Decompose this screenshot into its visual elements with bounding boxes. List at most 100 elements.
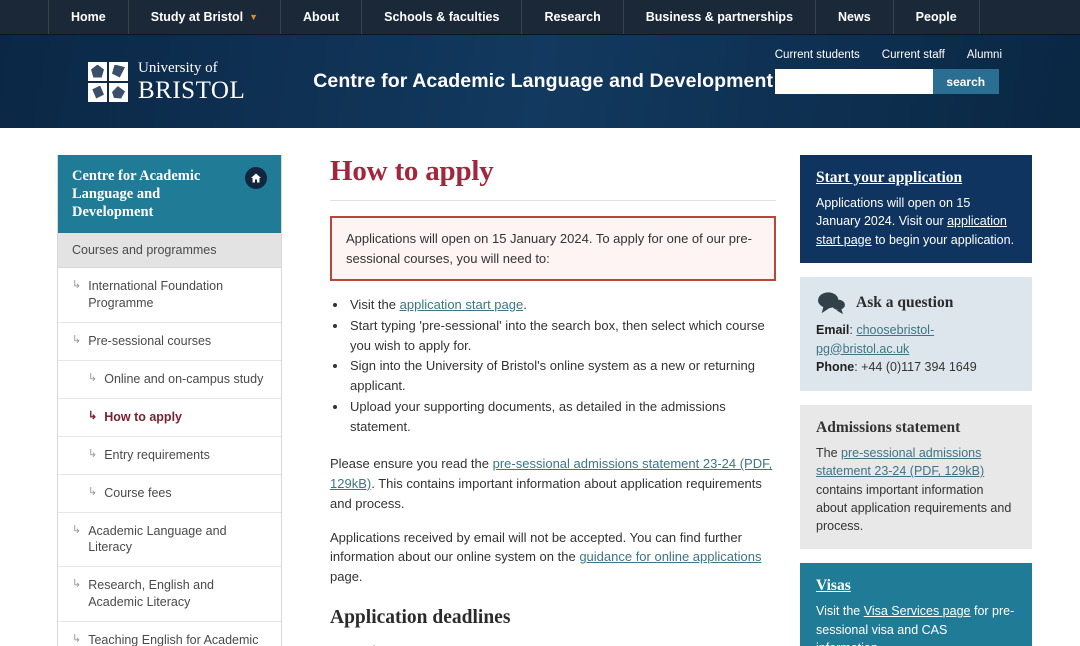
online-applications-guidance-link[interactable]: guidance for online applications [579,549,761,564]
sidebar-item-academic-language-and-literacy[interactable]: ↳ Academic Language and Literacy [58,513,281,568]
speech-bubble-icon [816,291,846,315]
phone-value: +44 (0)117 394 1649 [861,360,977,375]
card-title: Admissions statement [816,419,961,436]
list-item: Sign into the University of Bristol's on… [348,356,776,396]
card-body: Visit the Visa Services page for pre-ses… [816,602,1016,646]
card-title[interactable]: Start your application [816,169,1016,187]
utility-link-current-students[interactable]: Current students [775,49,860,61]
topnav-item-home[interactable]: Home [48,0,129,34]
utility-link-alumni[interactable]: Alumni [967,49,1002,61]
arrow-icon: ↳ [72,334,82,347]
sidebar-item-label: How to apply [104,409,182,424]
sidebar-item-international-foundation-programme[interactable]: ↳ International Foundation Programme [58,268,281,324]
topnav-item-label: Research [544,10,601,24]
site-search: search [774,69,1002,94]
logo-line-2: BRISTOL [138,76,246,104]
card-title[interactable]: Visas [816,577,1016,595]
arrow-icon: ↳ [88,409,98,422]
paragraph-text-after: page. [330,569,363,584]
arrow-icon: ↳ [88,372,98,384]
site-masthead: University of BRISTOL Centre for Academi… [0,35,1080,128]
card-body: Applications will open on 15 January 202… [816,194,1016,249]
sidebar-item-label: Teaching English for Academic Purposes [88,633,259,646]
paragraph-text-after: . This contains important information ab… [330,476,762,511]
visa-services-link[interactable]: Visa Services page [864,604,971,618]
sidebar-item-teaching-english-for-academic-purposes[interactable]: ↳ Teaching English for Academic Purposes [58,622,281,646]
topnav-item-research[interactable]: Research [522,0,624,34]
card-start-your-application: Start your application Applications will… [800,155,1032,263]
topnav-item-people[interactable]: People [894,0,980,34]
list-item: Upload your supporting documents, as det… [348,397,776,437]
admissions-statement-pdf-link[interactable]: pre-sessional admissions statement 23-24… [816,446,984,478]
home-icon[interactable] [245,167,267,189]
alert-box: Applications will open on 15 January 202… [330,216,776,281]
sidebar-item-label: Course fees [104,485,172,500]
step-text: Upload your supporting documents, as det… [350,398,726,434]
online-guidance-paragraph: Applications received by email will not … [330,528,776,587]
sidebar-header[interactable]: Centre for Academic Language and Develop… [58,155,281,234]
admissions-statement-paragraph: Please ensure you read the pre-sessional… [330,454,776,513]
sidebar-item-label: Research, English and Academic Literacy [88,578,214,610]
sidebar-item-research-english-and-academic-literacy[interactable]: ↳ Research, English and Academic Literac… [58,567,281,622]
page-title: How to apply [330,155,776,201]
sidebar-group-courses[interactable]: Courses and programmes [58,233,281,269]
card-text-before: Visit the [816,604,864,619]
arrow-icon: ↳ [72,578,82,591]
application-start-page-link[interactable]: application start page [400,297,524,312]
sidebar-item-online-and-on-campus-study[interactable]: ↳ Online and on-campus study [58,361,281,399]
contact-email-row: Email: choosebristol-pg@bristol.ac.uk [816,322,935,356]
topnav-item-label: News [838,10,871,24]
card-title: Ask a question [856,293,954,311]
sidebar-item-label: International Foundation Programme [88,279,224,311]
arrow-icon: ↳ [72,633,82,645]
topnav-item-news[interactable]: News [816,0,894,34]
step-text-before: Visit the [350,297,400,312]
card-admissions-statement: Admissions statement The pre-sessional a… [800,405,1032,550]
topnav-item-label: Home [71,10,106,24]
topnav-item-about[interactable]: About [281,0,363,34]
search-input[interactable] [774,69,933,94]
sidebar-item-course-fees[interactable]: ↳ Course fees [58,475,281,513]
topnav-item-label: People [915,10,957,24]
card-ask-a-question: Ask a question Email: choosebristol-pg@b… [800,276,1032,391]
topnav-item-study-at-bristol[interactable]: Study at Bristol ▼ [129,0,282,34]
top-navigation-bar: Home Study at Bristol ▼ About Schools & … [0,0,1080,35]
logo-line-1: University of [138,59,218,76]
site-title: Centre for Academic Language and Develop… [313,70,774,92]
topnav-item-label: Business & partnerships [645,10,794,24]
application-steps-list: Visit the application start page. Start … [348,295,776,436]
arrow-icon: ↳ [88,447,98,460]
sidebar-item-label: Pre-sessional courses [88,334,212,349]
university-logo[interactable]: University of BRISTOL [88,59,246,104]
step-text-after: . [523,297,527,312]
sidebar-item-how-to-apply[interactable]: ↳ How to apply [58,399,281,437]
step-text: Sign into the University of Bristol's on… [350,358,755,393]
phone-label: Phone [816,360,855,375]
search-button[interactable]: search [932,69,999,94]
application-deadlines-heading: Application deadlines [330,606,511,628]
arrow-icon: ↳ [72,279,82,292]
chevron-down-icon: ▼ [249,11,259,22]
card-text-after: contains important information about app… [816,482,1012,534]
topnav-item-business-partnerships[interactable]: Business & partnerships [624,0,817,34]
card-header: Ask a question [816,291,1016,315]
sidebar-item-label: Entry requirements [104,447,210,462]
topnav-item-label: About [303,10,340,24]
card-visas: Visas Visit the Visa Services page for p… [800,563,1032,646]
utility-links: Current students Current staff Alumni [775,49,1002,61]
contact-phone-row: Phone: +44 (0)117 394 1649 [816,360,977,375]
topnav-item-schools-faculties[interactable]: Schools & faculties [362,0,523,34]
list-item: Visit the application start page. [348,295,776,315]
sidebar-item-pre-sessional-courses[interactable]: ↳ Pre-sessional courses [58,323,281,361]
deadline-row: 10-week on-campus: 7 May 2024 [330,641,776,646]
sidebar-header-title: Centre for Academic Language and Develop… [72,168,201,221]
list-item: Start typing 'pre-sessional' into the se… [348,316,776,356]
sidebar-item-entry-requirements[interactable]: ↳ Entry requirements [58,437,281,475]
card-text-after: to begin your application. [871,232,1015,247]
card-text-before: The [816,446,842,460]
section-navigation: Centre for Academic Language and Develop… [57,155,282,646]
utility-link-current-staff[interactable]: Current staff [882,49,945,61]
right-sidebar: Start your application Applications will… [800,155,1032,646]
paragraph-text-before: Please ensure you read the [330,456,493,472]
sidebar-item-label: Academic Language and Literacy [88,523,227,555]
